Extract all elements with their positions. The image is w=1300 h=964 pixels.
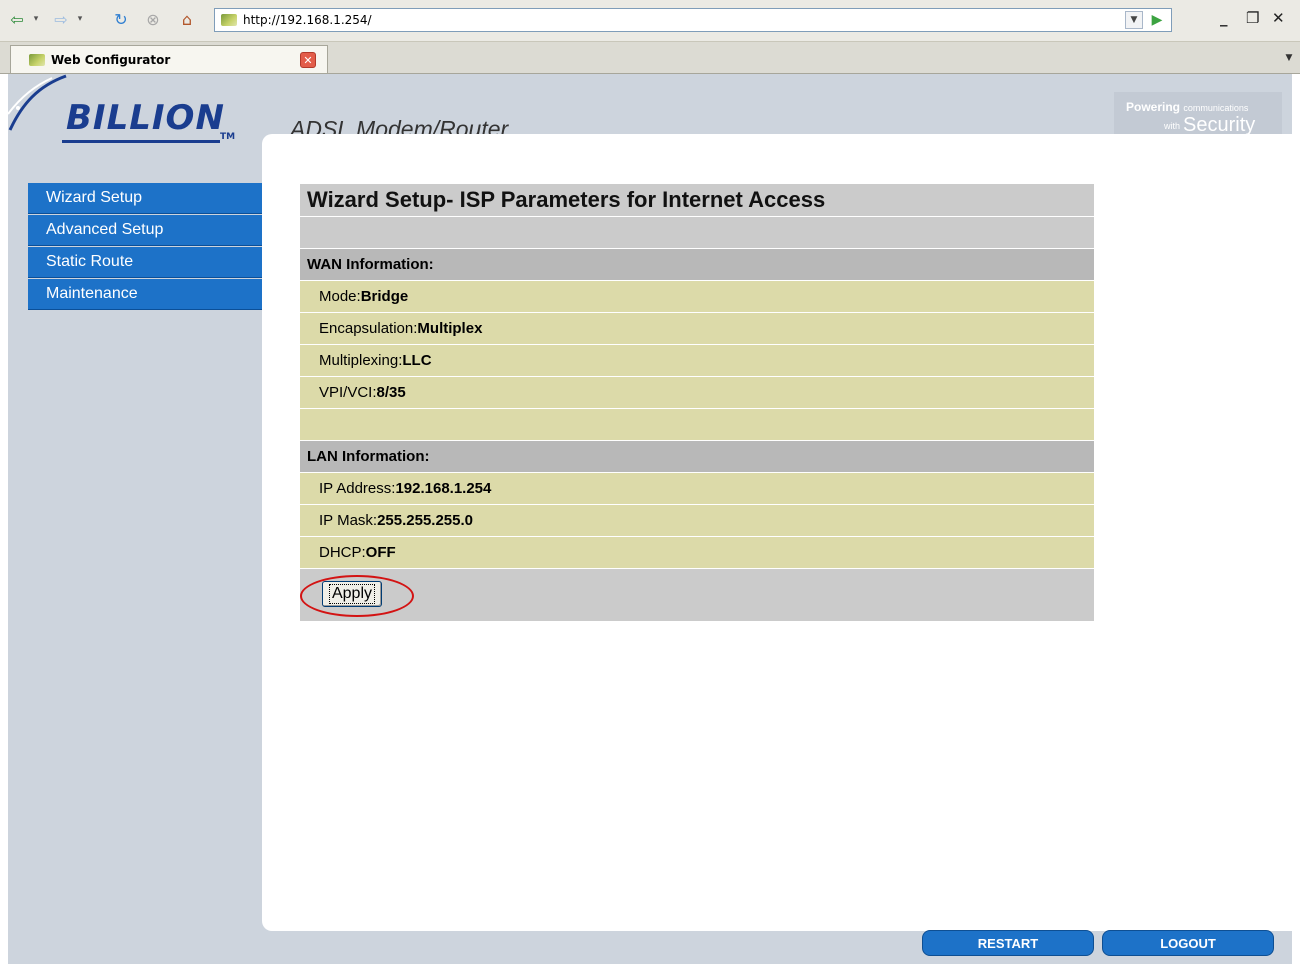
apply-button-label: Apply (328, 584, 376, 604)
apply-row: Apply (300, 569, 1094, 621)
lan-ip-address-label: IP Address: (319, 480, 396, 497)
reload-icon[interactable]: ↻ (110, 8, 132, 30)
logo-underline (62, 140, 220, 143)
site-favicon-icon (221, 14, 237, 26)
apply-button[interactable]: Apply (322, 581, 382, 607)
tab-close-icon[interactable]: ✕ (300, 52, 316, 68)
wan-multiplexing-label: Multiplexing: (319, 352, 403, 369)
page-title: Wizard Setup- ISP Parameters for Interne… (307, 187, 826, 212)
sidebar-item-static-route[interactable]: Static Route (28, 247, 262, 278)
lan-heading: LAN Information: (300, 441, 1094, 472)
logout-button[interactable]: LOGOUT (1102, 930, 1274, 956)
wan-vpi-vci-row: VPI/VCI: 8/35 (300, 377, 1094, 408)
wan-vpi-vci-value: 8/35 (376, 384, 406, 401)
lan-dhcp-label: DHCP: (319, 544, 366, 561)
wan-multiplexing-value: LLC (402, 352, 432, 369)
tab-title: Web Configurator (51, 52, 171, 67)
wan-vpi-vci-label: VPI/VCI: (319, 384, 377, 401)
sidebar-item-advanced-setup[interactable]: Advanced Setup (28, 215, 262, 246)
billion-logo: BILLION (66, 98, 225, 138)
spacer-row (300, 217, 1094, 248)
lan-ip-address-row: IP Address: 192.168.1.254 (300, 473, 1094, 504)
home-icon[interactable]: ⌂ (176, 8, 198, 30)
tagline-security-text: Security (1183, 114, 1256, 136)
go-icon[interactable]: ▶ (1147, 11, 1167, 29)
minimize-icon[interactable]: _ (1220, 9, 1228, 27)
router-page: BILLION TM ADSL Modem/Router Powering co… (8, 74, 1292, 964)
logo-trademark: TM (220, 132, 236, 142)
tagline-powering: Powering communications (1126, 100, 1248, 114)
wan-multiplexing-row: Multiplexing: LLC (300, 345, 1094, 376)
lan-ip-mask-row: IP Mask: 255.255.255.0 (300, 505, 1094, 536)
back-dropdown-icon[interactable]: ▾ (30, 8, 42, 30)
lan-ip-mask-value: 255.255.255.0 (377, 512, 474, 529)
tab-bar: Web Configurator ✕ ▼ (0, 42, 1300, 74)
wan-heading: WAN Information: (300, 249, 1094, 280)
lan-dhcp-value: OFF (365, 544, 396, 561)
isp-parameters-form: Wizard Setup- ISP Parameters for Interne… (300, 184, 1094, 622)
wan-mode-value: Bridge (360, 288, 409, 305)
tab-list-dropdown-icon[interactable]: ▼ (1282, 50, 1296, 66)
restart-button[interactable]: RESTART (922, 930, 1094, 956)
forward-dropdown-icon[interactable]: ▾ (74, 8, 86, 30)
lan-dhcp-row: DHCP: OFF (300, 537, 1094, 568)
sidebar-item-wizard-setup[interactable]: Wizard Setup (28, 183, 262, 214)
wan-encapsulation-label: Encapsulation: (319, 320, 418, 337)
stop-icon[interactable]: ⊗ (142, 8, 164, 30)
restore-icon[interactable]: ❐ (1246, 9, 1259, 27)
tagline-communications-text: communications (1183, 103, 1249, 113)
back-arrow-icon[interactable]: ⇦ (6, 8, 28, 30)
tagline-powering-text: Powering (1126, 100, 1181, 114)
wan-mode-label: Mode: (319, 288, 361, 305)
address-url[interactable]: http://192.168.1.254/ (243, 13, 372, 27)
forward-arrow-icon[interactable]: ⇨ (50, 8, 72, 30)
lan-ip-mask-label: IP Mask: (319, 512, 378, 529)
tagline-with-text: with (1164, 120, 1181, 131)
wan-encapsulation-value: Multiplex (417, 320, 483, 337)
form-title-row: Wizard Setup- ISP Parameters for Interne… (300, 184, 1094, 216)
close-icon[interactable]: ✕ (1272, 9, 1285, 27)
spacer-tan-row (300, 409, 1094, 440)
browser-toolbar: ⇦ ▾ ⇨ ▾ ↻ ⊗ ⌂ http://192.168.1.254/ ▼ ▶ … (0, 0, 1300, 42)
logo-swoosh-icon (8, 74, 67, 131)
sidebar-menu: Wizard Setup Advanced Setup Static Route… (28, 183, 262, 311)
address-dropdown-icon[interactable]: ▼ (1125, 11, 1143, 29)
address-bar[interactable]: http://192.168.1.254/ ▼ ▶ (214, 8, 1172, 32)
wan-mode-row: Mode: Bridge (300, 281, 1094, 312)
wan-encapsulation-row: Encapsulation: Multiplex (300, 313, 1094, 344)
lan-ip-address-value: 192.168.1.254 (395, 480, 492, 497)
tab-favicon-icon (29, 53, 45, 66)
tab-web-configurator[interactable]: Web Configurator ✕ (10, 45, 328, 73)
sidebar-item-maintenance[interactable]: Maintenance (28, 279, 262, 310)
